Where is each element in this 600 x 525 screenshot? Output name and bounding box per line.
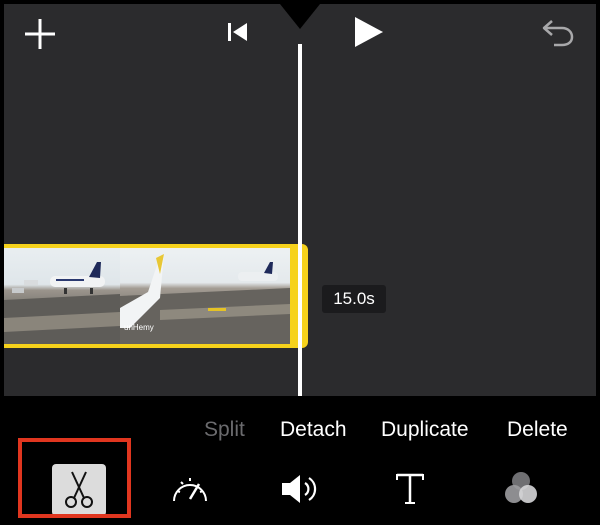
detach-button[interactable]: Detach [280, 412, 347, 448]
filters-tool-button[interactable] [496, 464, 546, 514]
plus-icon[interactable] [20, 14, 60, 54]
playhead-marker [280, 4, 320, 29]
clip-duration-badge: 15.0s [322, 285, 386, 313]
video-clip[interactable]: unHemy [4, 244, 308, 348]
text-tool-button[interactable] [385, 464, 435, 514]
volume-icon [282, 475, 317, 503]
delete-button[interactable]: Delete [507, 412, 568, 448]
clip-frame: unHemy [120, 248, 290, 344]
play-icon[interactable] [348, 12, 388, 52]
speed-tool-button[interactable] [165, 464, 215, 514]
selection-highlight [18, 438, 131, 518]
playhead-line[interactable] [298, 44, 302, 396]
undo-icon[interactable] [538, 12, 578, 52]
filters-icon [505, 472, 537, 503]
clip-thumbnails: unHemy [4, 248, 290, 344]
text-icon [396, 473, 424, 504]
duplicate-button[interactable]: Duplicate [381, 412, 469, 448]
clip-frame [4, 248, 120, 344]
clip-watermark: unHemy [124, 323, 154, 332]
timeline-area[interactable]: unHemy 15.0s [4, 4, 596, 396]
skip-to-start-icon[interactable] [220, 14, 256, 50]
speedometer-icon [173, 478, 207, 502]
split-button[interactable]: Split [204, 412, 245, 448]
volume-tool-button[interactable] [275, 464, 325, 514]
